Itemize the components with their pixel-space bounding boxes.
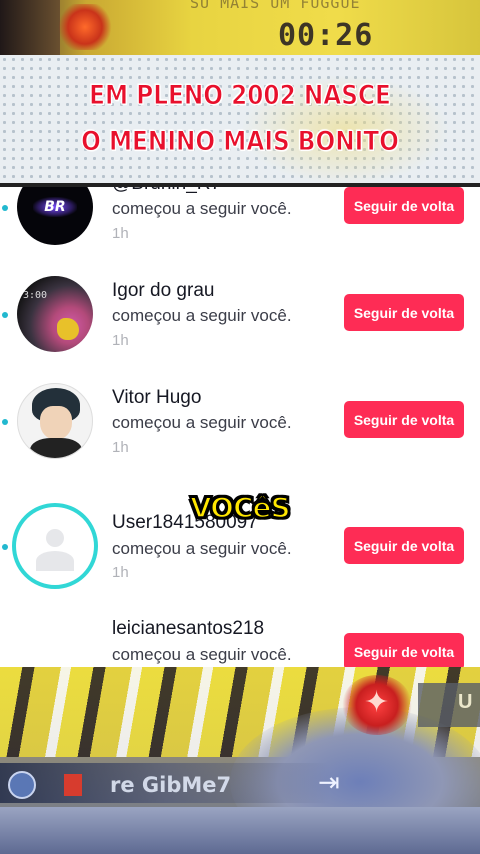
follow-back-button[interactable]: Seguir de volta: [344, 401, 464, 438]
avatar-shape: [57, 318, 79, 340]
time-ago: 1h: [112, 439, 129, 456]
follow-action-text: começou a seguir você.: [112, 306, 292, 325]
hud-shield-icon: [8, 771, 36, 799]
follow-back-button[interactable]: Seguir de volta: [344, 187, 464, 224]
follower-name[interactable]: leicianesantos218: [112, 618, 264, 640]
video-timer: 00:26: [278, 18, 374, 53]
video-bottom-area: ✦ U re GibMe7 ⇥: [0, 667, 480, 854]
notification-row[interactable]: 3:00 Igor do grau começou a seguir você.…: [0, 274, 480, 381]
overlay-caption-word: VOCêS: [189, 490, 292, 525]
caption-banner: [0, 55, 480, 185]
notification-row[interactable]: BR @Brunin_R7 começou a seguir você. 1h …: [0, 187, 480, 274]
follow-action-text: começou a seguir você.: [112, 539, 292, 558]
avatar-clock-text: 3:00: [23, 290, 48, 301]
follow-action-text: começou a seguir você.: [112, 645, 292, 664]
hud-player-name: re GibMe7: [110, 773, 232, 797]
hud-corner-letter: U: [458, 691, 473, 713]
follower-notification-list: BR @Brunin_R7 começou a seguir você. 1h …: [0, 187, 480, 667]
avatar-placeholder-body: [36, 551, 74, 571]
hud-corner-panel: U: [418, 683, 480, 727]
caption-line-2: O MENINO MAIS BONITO: [81, 126, 400, 158]
avatar[interactable]: BR: [17, 187, 93, 245]
exit-icon: ⇥: [318, 767, 340, 797]
follower-name[interactable]: @Brunin_R7: [112, 187, 221, 195]
time-ago: 1h: [112, 564, 129, 581]
follower-name[interactable]: Igor do grau: [112, 280, 214, 302]
follow-back-button[interactable]: Seguir de volta: [344, 633, 464, 667]
follow-action-text: começou a seguir você.: [112, 199, 292, 218]
wing-icon: ✦: [364, 686, 390, 719]
time-ago: 1h: [112, 225, 129, 242]
unread-dot: [2, 312, 8, 318]
follow-action-text: começou a seguir você.: [112, 413, 292, 432]
avatar-placeholder-head: [46, 529, 64, 547]
follower-name[interactable]: Vitor Hugo: [112, 387, 201, 409]
video-floor: [0, 807, 480, 854]
time-ago: 1h: [112, 332, 129, 349]
follow-back-button[interactable]: Seguir de volta: [344, 294, 464, 331]
avatar-logo: BR: [33, 197, 77, 217]
video-top-strip: SU MAIS UM FUGGUE 00:26: [0, 0, 480, 55]
unread-dot: [2, 205, 8, 211]
avatar[interactable]: [17, 383, 93, 459]
video-dark-edge: [0, 0, 60, 55]
notification-row[interactable]: leicianesantos218 começou a seguir você.…: [0, 614, 480, 667]
crown-emblem-icon: [55, 4, 115, 50]
caption-line-1: EM PLENO 2002 NASCE: [89, 80, 392, 112]
follow-back-button[interactable]: Seguir de volta: [344, 527, 464, 564]
notification-row[interactable]: Vitor Hugo começou a seguir você. 1h Seg…: [0, 381, 480, 488]
video-blurred-text: SU MAIS UM FUGGUE: [190, 0, 361, 12]
avatar-body: [30, 438, 82, 458]
unread-dot: [2, 544, 8, 550]
unread-dot: [2, 419, 8, 425]
avatar-face: [40, 406, 72, 440]
hud-flag-icon: [64, 774, 82, 796]
default-avatar-icon[interactable]: [12, 503, 98, 589]
avatar[interactable]: 3:00: [17, 276, 93, 352]
